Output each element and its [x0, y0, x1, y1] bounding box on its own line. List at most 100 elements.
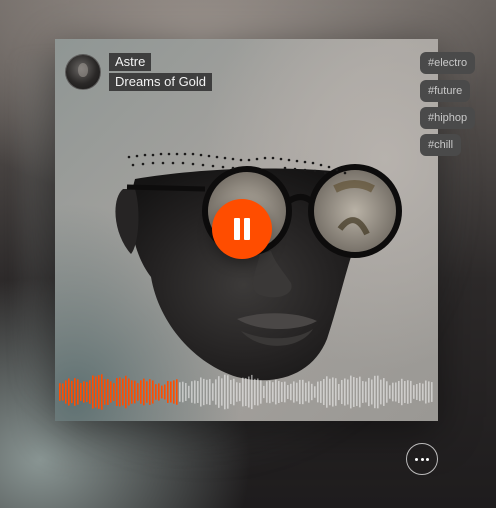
waveform-bar: [281, 382, 283, 402]
waveform-seekbar[interactable]: [59, 374, 435, 410]
waveform-bar: [305, 382, 307, 402]
waveform-bar-played: [65, 380, 67, 404]
waveform-bar-played: [74, 378, 76, 406]
waveform-bar: [257, 378, 259, 406]
more-options-button[interactable]: [406, 443, 438, 475]
waveform-bar: [218, 376, 220, 408]
waveform-bar-played: [134, 380, 136, 404]
waveform-bar: [383, 378, 385, 406]
waveform-bar: [239, 382, 241, 402]
waveform-bar: [431, 382, 433, 402]
waveform-bar-played: [62, 383, 64, 401]
waveform-bar: [212, 383, 214, 401]
waveform-bar: [275, 379, 277, 405]
waveform-bar: [299, 379, 301, 405]
waveform-bar: [206, 379, 208, 405]
waveform-bar: [194, 380, 196, 404]
waveform-bar-played: [101, 374, 103, 410]
waveform-bar: [260, 380, 262, 404]
waveform-bar: [251, 374, 253, 410]
waveform-bar-played: [161, 385, 163, 399]
waveform-bar: [278, 380, 280, 404]
waveform-bar: [323, 378, 325, 406]
waveform-bar-played: [152, 380, 154, 404]
waveform-bar: [359, 376, 361, 408]
waveform-bar: [329, 378, 331, 406]
waveform-bar: [419, 382, 421, 402]
waveform-bar: [428, 381, 430, 403]
waveform-bar: [332, 377, 334, 407]
waveform-bar-played: [173, 380, 175, 404]
waveform-bar: [245, 377, 247, 407]
pause-icon: [234, 218, 240, 240]
waveform-bar: [254, 378, 256, 406]
waveform-bar: [287, 385, 289, 399]
waveform-bar: [395, 382, 397, 402]
waveform-bar: [215, 379, 217, 405]
waveform-bar: [413, 385, 415, 399]
waveform-bar: [326, 376, 328, 408]
waveform-bar-played: [89, 380, 91, 404]
waveform-bar-played: [155, 384, 157, 400]
waveform-bar: [386, 381, 388, 403]
waveform-bar-played: [68, 378, 70, 406]
waveform-bar-played: [95, 376, 97, 408]
waveform-bar: [272, 382, 274, 402]
waveform-bar: [188, 385, 190, 399]
artist-name[interactable]: Astre: [109, 53, 152, 71]
waveform-bar: [317, 381, 319, 403]
waveform-bar: [404, 381, 406, 403]
waveform-bar: [392, 382, 394, 402]
waveform-bar-played: [110, 381, 112, 403]
waveform-bar: [290, 383, 292, 401]
tag-electro[interactable]: #electro: [420, 52, 476, 74]
waveform-bar-played: [122, 378, 124, 406]
waveform-bar: [374, 375, 376, 409]
waveform-bar-played: [92, 375, 94, 409]
waveform-bar: [338, 383, 340, 401]
waveform-bar: [389, 385, 391, 399]
tag-chill[interactable]: #chill: [420, 134, 462, 156]
ellipsis-icon: [415, 458, 418, 461]
waveform-bar: [377, 375, 379, 409]
waveform-bar: [293, 381, 295, 403]
waveform-bar-played: [83, 381, 85, 403]
waveform-bar-played: [113, 383, 115, 401]
waveform-bar: [410, 380, 412, 404]
waveform-bar: [347, 379, 349, 405]
waveform-bar: [356, 377, 358, 407]
waveform-bar: [335, 378, 337, 406]
waveform-bar: [236, 382, 238, 402]
waveform-bar-played: [77, 379, 79, 405]
waveform-bar-played: [104, 379, 106, 405]
waveform-bar-played: [137, 383, 139, 401]
waveform-bar: [341, 379, 343, 405]
waveform-bar-played: [170, 381, 172, 403]
waveform-bar: [221, 378, 223, 406]
artist-avatar[interactable]: [65, 54, 101, 90]
waveform-bar-played: [71, 380, 73, 404]
waveform-bar: [362, 381, 364, 403]
track-title[interactable]: Dreams of Gold: [109, 73, 213, 91]
ellipsis-icon-dot: [420, 458, 424, 461]
waveform-bar: [179, 382, 181, 402]
waveform-bar: [191, 381, 193, 403]
waveform-bar: [209, 379, 211, 405]
pause-button[interactable]: [212, 199, 272, 259]
waveform-bar-played: [158, 383, 160, 401]
waveform-bar: [308, 381, 310, 403]
waveform-bar: [230, 379, 232, 405]
tag-hiphop[interactable]: #hiphop: [420, 107, 476, 129]
waveform-bar-played: [146, 381, 148, 403]
waveform-bar: [353, 377, 355, 407]
waveform-bar: [200, 377, 202, 407]
waveform-bar: [398, 380, 400, 404]
waveform-bar: [203, 378, 205, 406]
ellipsis-icon-dot: [426, 458, 429, 461]
waveform-bar-played: [59, 383, 61, 401]
waveform-bar: [416, 384, 418, 400]
waveform-bar: [263, 385, 265, 399]
tag-future[interactable]: #future: [420, 80, 471, 102]
waveform-bar: [242, 377, 244, 407]
waveform-bar: [266, 381, 268, 403]
